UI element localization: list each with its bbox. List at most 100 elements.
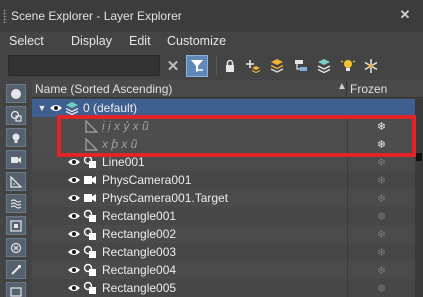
display-lights-button[interactable] <box>6 128 26 147</box>
shape-icon <box>83 245 97 259</box>
tree-row-rectangle003[interactable]: Rectangle003 ❄ <box>32 243 415 261</box>
tree-row-physcamera001[interactable]: PhysCamera001 ❄ <box>32 171 415 189</box>
display-bones-button[interactable] <box>6 260 26 279</box>
menu-display[interactable]: Display <box>71 32 112 50</box>
menu-customize[interactable]: Customize <box>167 32 226 50</box>
frozen-toggle[interactable]: ❄ <box>347 189 415 207</box>
layer-stack-icon <box>65 101 79 115</box>
grip-handle[interactable] <box>3 9 7 23</box>
frozen-toggle[interactable]: ❄ <box>347 225 415 243</box>
new-layer-button[interactable] <box>242 55 264 77</box>
snowflake-icon: ❄ <box>376 246 387 259</box>
helper-icon <box>84 119 98 133</box>
snowflake-icon: ❄ <box>376 138 387 151</box>
camera-icon <box>11 156 21 163</box>
shape-icon <box>83 281 97 295</box>
shape-icon <box>83 155 97 169</box>
helper-icon <box>84 137 98 151</box>
snowflake-icon: ❄ <box>376 174 387 187</box>
helper-icon <box>10 175 22 188</box>
name-column-header[interactable]: Name (Sorted Ascending) <box>35 82 172 96</box>
object-name: Rectangle003 <box>102 245 177 259</box>
tree-row-helper-2[interactable]: x ƥ x ũ ❄ <box>32 135 415 153</box>
tree-row-rectangle005[interactable]: Rectangle005 ❄ <box>32 279 415 297</box>
display-shapes-button[interactable] <box>6 106 26 125</box>
search-input[interactable] <box>8 55 160 76</box>
snowflake-icon: ❄ <box>376 156 387 169</box>
scrollbar-thumb[interactable] <box>416 153 422 161</box>
layer-row-default[interactable]: ▼ 0 (default) <box>32 99 415 117</box>
clear-search-button[interactable]: ✕ <box>162 55 184 77</box>
eye-icon[interactable] <box>67 245 81 259</box>
bone-icon <box>11 264 22 275</box>
eye-icon[interactable] <box>49 101 63 115</box>
object-name: Line001 <box>102 155 145 169</box>
lock-button[interactable] <box>219 55 241 77</box>
frozen-toggle[interactable]: ❄ <box>347 279 415 297</box>
tree-row-rectangle004[interactable]: Rectangle004 ❄ <box>32 261 415 279</box>
eye-icon[interactable] <box>67 173 81 187</box>
display-groups-button[interactable] <box>6 216 26 235</box>
clear-icon: ✕ <box>166 58 180 75</box>
eye-icon[interactable] <box>67 227 81 241</box>
eye-icon[interactable] <box>67 155 81 169</box>
freeze-button[interactable] <box>360 55 382 77</box>
filter-toggle-button[interactable] <box>186 55 208 77</box>
expand-arrow-icon[interactable]: ▼ <box>35 101 49 115</box>
toolbar-separator <box>216 57 217 75</box>
group-icon <box>10 219 22 232</box>
add-to-layer-icon <box>270 59 284 73</box>
hierarchy-button[interactable] <box>290 55 312 77</box>
snowflake-icon: ❄ <box>376 210 387 223</box>
close-button[interactable]: ✕ <box>397 7 413 23</box>
title-bar: Scene Explorer - Layer Explorer ✕ <box>0 0 423 32</box>
light-button[interactable] <box>337 55 359 77</box>
hierarchy-icon <box>295 60 307 71</box>
frozen-column-header[interactable]: Frozen <box>350 82 387 96</box>
display-cameras-button[interactable] <box>6 150 26 169</box>
object-name: ị ị x ỷ x ũ <box>102 119 149 133</box>
object-name: Rectangle002 <box>102 227 177 241</box>
frozen-toggle[interactable]: ❄ <box>347 171 415 189</box>
menu-select[interactable]: Select <box>9 32 44 50</box>
frozen-toggle[interactable]: ❄ <box>347 153 415 171</box>
layers-button[interactable] <box>313 55 335 77</box>
tree-row-line001[interactable]: Line001 ❄ <box>32 153 415 171</box>
object-name: x ƥ x ũ <box>102 137 138 151</box>
tree-row-rectangle002[interactable]: Rectangle002 ❄ <box>32 225 415 243</box>
eye-icon[interactable] <box>67 191 81 205</box>
display-spacewarps-button[interactable] <box>6 194 26 213</box>
add-to-layer-button[interactable] <box>266 55 288 77</box>
eye-icon[interactable] <box>67 281 81 295</box>
object-name: PhysCamera001.Target <box>102 191 229 205</box>
frozen-toggle[interactable]: ❄ <box>347 207 415 225</box>
camera-icon <box>83 191 97 205</box>
eye-icon[interactable] <box>67 263 81 277</box>
display-helpers-button[interactable] <box>6 172 26 191</box>
side-toolbar <box>0 80 32 297</box>
display-containers-button[interactable] <box>6 282 26 297</box>
shape-icon <box>83 227 97 241</box>
eye-icon[interactable] <box>67 209 81 223</box>
menu-edit[interactable]: Edit <box>129 32 151 50</box>
tree-row-physcamera001-target[interactable]: PhysCamera001.Target ❄ <box>32 189 415 207</box>
column-divider[interactable] <box>346 80 347 98</box>
spacewarp-icon <box>10 198 22 209</box>
window-title: Scene Explorer - Layer Explorer <box>11 9 182 23</box>
snowflake-icon: ❄ <box>376 228 387 241</box>
display-xrefs-button[interactable] <box>6 238 26 257</box>
tree-row-helper-1[interactable]: ị ị x ỷ x ũ ❄ <box>32 117 415 135</box>
toolbar: ✕ <box>0 50 423 80</box>
shape-icon <box>83 209 97 223</box>
tree-row-rectangle001[interactable]: Rectangle001 ❄ <box>32 207 415 225</box>
camera-icon <box>83 173 97 187</box>
frozen-toggle[interactable]: ❄ <box>347 135 415 153</box>
vertical-scrollbar[interactable] <box>415 99 423 297</box>
layer-name: 0 (default) <box>83 101 138 115</box>
frozen-toggle[interactable]: ❄ <box>347 243 415 261</box>
sphere-icon <box>11 88 21 99</box>
display-geometry-button[interactable] <box>6 84 26 103</box>
frozen-toggle[interactable]: ❄ <box>347 261 415 279</box>
object-name: Rectangle005 <box>102 281 177 295</box>
frozen-toggle[interactable]: ❄ <box>347 117 415 135</box>
